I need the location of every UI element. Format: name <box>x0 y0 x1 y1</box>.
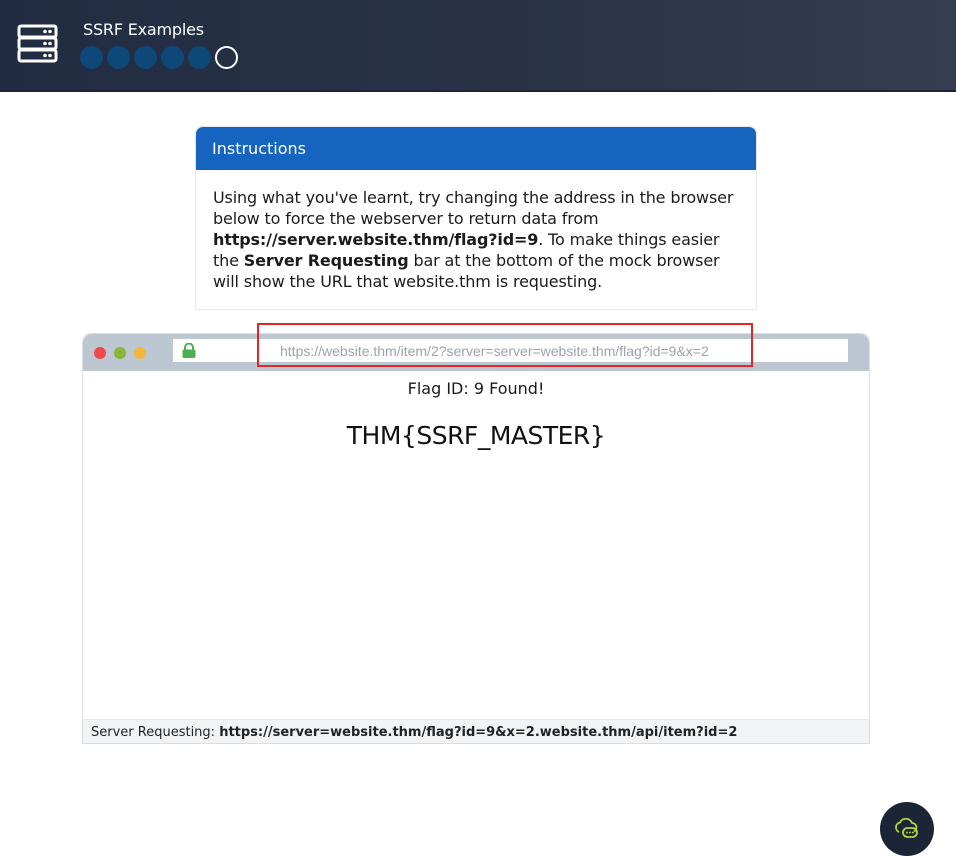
progress-step-current[interactable] <box>215 46 238 69</box>
server-icon <box>17 24 58 63</box>
target-url: https://server.website.thm/flag?id=9 <box>213 230 539 249</box>
bar-name: Server Requesting <box>243 251 409 270</box>
server-requesting-label: Server Requesting: <box>91 725 220 740</box>
cloud-chat-icon <box>895 817 918 838</box>
instructions-card: Instructions Using what you've learnt, t… <box>195 126 757 310</box>
progress-step-done[interactable] <box>134 46 157 69</box>
instructions-text: Using what you've learnt, try changing t… <box>196 170 756 292</box>
close-dot-icon <box>94 347 106 359</box>
flag-value: THM{SSRF_MASTER} <box>346 421 606 450</box>
chat-help-button[interactable] <box>880 802 934 856</box>
url-input[interactable]: https://website.thm/item/2?server=server… <box>280 343 709 359</box>
progress-step-done[interactable] <box>80 46 103 69</box>
progress-step-done[interactable] <box>188 46 211 69</box>
top-header: SSRF Examples <box>0 0 956 92</box>
address-bar[interactable]: https://website.thm/item/2?server=server… <box>173 339 848 362</box>
lock-icon <box>182 343 196 358</box>
flag-status: Flag ID: 9 Found! <box>407 379 545 398</box>
page-title: SSRF Examples <box>83 20 204 39</box>
progress-step-done[interactable] <box>161 46 184 69</box>
progress-step-done[interactable] <box>107 46 130 69</box>
server-requesting-bar: Server Requesting: https://server=websit… <box>83 719 869 743</box>
minimize-dot-icon <box>134 347 146 359</box>
instructions-text-part: Using what you've learnt, try changing t… <box>213 188 734 228</box>
instructions-heading: Instructions <box>196 127 756 170</box>
server-requesting-url: https://server=website.thm/flag?id=9&x=2… <box>219 725 738 740</box>
maximize-dot-icon <box>114 347 126 359</box>
browser-toolbar: https://website.thm/item/2?server=server… <box>83 334 869 371</box>
progress-steps <box>80 46 238 70</box>
mock-browser: https://website.thm/item/2?server=server… <box>82 333 870 744</box>
